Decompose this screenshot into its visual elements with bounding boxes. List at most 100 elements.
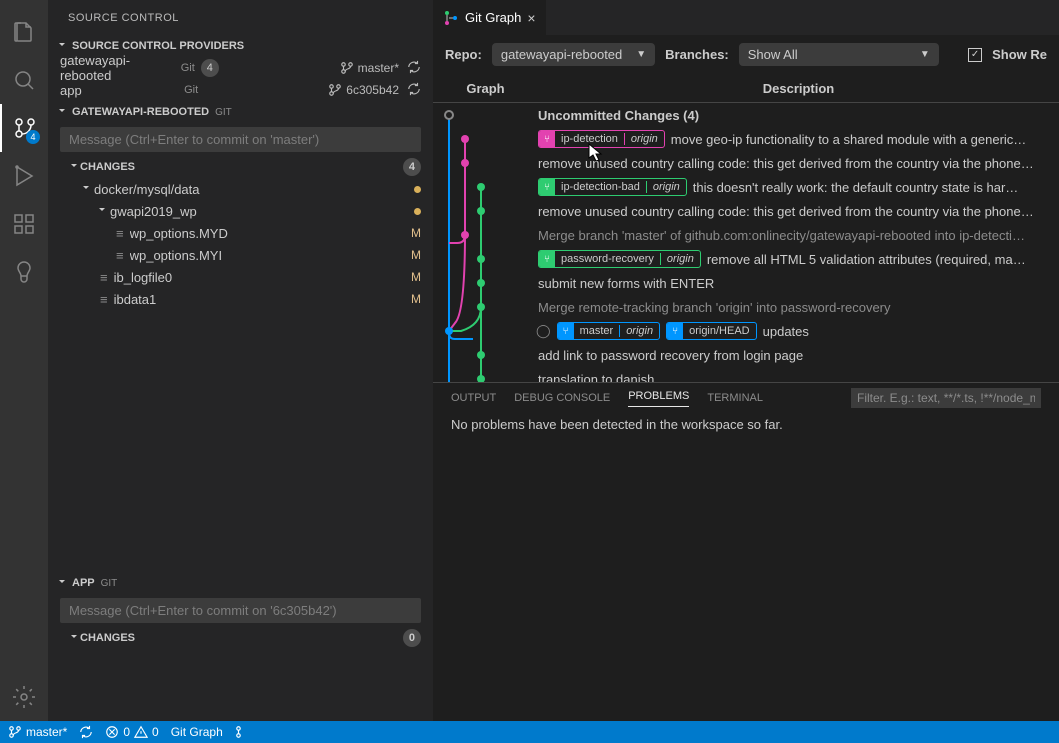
show-remote-checkbox[interactable]: ✓ <box>968 48 982 62</box>
status-bar: master* 0 0 Git Graph <box>0 721 1059 743</box>
ref-tag[interactable]: ⑂ip-detection-badorigin <box>538 178 687 196</box>
bottom-panel: OUTPUT DEBUG CONSOLE PROBLEMS TERMINAL N… <box>433 382 1059 442</box>
commit-row[interactable]: ◯ ⑂masterorigin ⑂origin/HEAD updates <box>433 319 1059 343</box>
settings-gear-icon[interactable] <box>0 673 48 721</box>
status-sync[interactable] <box>79 725 93 739</box>
sync-icon[interactable] <box>407 60 421 77</box>
commit-message-input[interactable] <box>60 127 421 152</box>
ref-name: ip-detection <box>555 133 624 145</box>
commit-row[interactable]: translation to danish <box>433 367 1059 382</box>
branch-icon: ⑂ <box>667 323 683 339</box>
commit-row[interactable]: add link to password recovery from login… <box>433 343 1059 367</box>
sync-icon[interactable] <box>407 82 421 99</box>
commit-row[interactable]: Merge branch 'master' of github.com:onli… <box>433 223 1059 247</box>
chevron-down-icon: ▼ <box>920 49 930 60</box>
commit-row[interactable]: ⑂ip-detection-badorigin this doesn't real… <box>433 175 1059 199</box>
commit-desc: Merge remote-tracking branch 'origin' in… <box>538 300 891 315</box>
status-gitgraph[interactable]: Git Graph <box>171 725 223 739</box>
ref-tag[interactable]: ⑂password-recoveryorigin <box>538 250 701 268</box>
changes-header[interactable]: CHANGES 4 <box>48 156 433 178</box>
chevron-down-icon <box>68 631 80 646</box>
panel-tab-problems[interactable]: PROBLEMS <box>628 390 689 407</box>
chevron-down-icon <box>96 204 108 219</box>
status-dot-icon <box>414 208 421 215</box>
chevron-down-icon <box>68 160 80 175</box>
ref-tag[interactable]: ⑂masterorigin <box>557 322 661 340</box>
branch-indicator[interactable]: master* <box>340 61 399 75</box>
commit-desc: updates <box>763 324 809 339</box>
panel-filter-input[interactable] <box>851 388 1041 408</box>
branches-label: Branches: <box>665 47 729 62</box>
ref-tag[interactable]: ⑂ip-detectionorigin <box>538 130 665 148</box>
folder-label: docker/mysql/data <box>94 182 414 197</box>
tab-bar: Git Graph × <box>433 0 1059 35</box>
activity-bar: 4 <box>0 0 48 721</box>
commit-row[interactable]: remove unused country calling code: this… <box>433 151 1059 175</box>
head-indicator-icon: ◯ <box>536 323 551 339</box>
tab-git-graph[interactable]: Git Graph × <box>433 0 547 35</box>
tree-icon[interactable] <box>0 248 48 296</box>
explorer-icon[interactable] <box>0 8 48 56</box>
branch-indicator[interactable]: 6c305b42 <box>328 83 399 97</box>
file-row[interactable]: ≡wp_options.MYDM <box>48 222 433 244</box>
ref-tag[interactable]: ⑂origin/HEAD <box>666 322 757 340</box>
file-row[interactable]: ≡ibdata1M <box>48 288 433 310</box>
file-row[interactable]: ≡ib_logfile0M <box>48 266 433 288</box>
ref-name: origin/HEAD <box>683 325 756 337</box>
status-feedback-icon[interactable] <box>235 725 249 739</box>
close-icon[interactable]: × <box>527 10 535 26</box>
panel-tab-terminal[interactable]: TERMINAL <box>707 392 763 404</box>
branch-icon: ⑂ <box>539 131 555 147</box>
ref-name: master <box>574 325 620 337</box>
git-graph-tab-icon <box>443 10 459 26</box>
changes-header[interactable]: CHANGES 0 <box>48 627 433 649</box>
commit-desc: translation to danish <box>538 372 654 383</box>
file-row[interactable]: ≡ wp_options.MYIM <box>48 244 433 266</box>
search-icon[interactable] <box>0 56 48 104</box>
commit-row[interactable]: submit new forms with ENTER <box>433 271 1059 295</box>
file-icon: ≡ <box>116 248 124 263</box>
provider-row[interactable]: gatewayapi-rebooted Git 4 master* <box>48 57 433 79</box>
commit-row[interactable]: ⑂ip-detectionorigin move geo-ip functiona… <box>433 127 1059 151</box>
commit-row[interactable]: Uncommitted Changes (4) <box>433 103 1059 127</box>
status-modified: M <box>411 270 421 284</box>
changes-count: 4 <box>403 158 421 176</box>
commit-desc: remove all HTML 5 validation attributes … <box>707 252 1026 267</box>
repo-header[interactable]: GATEWAYAPI-REBOOTED GIT <box>48 101 433 123</box>
ref-name: ip-detection-bad <box>555 181 646 193</box>
git-graph-body[interactable]: Uncommitted Changes (4)⑂ip-detectionorig… <box>433 103 1059 382</box>
status-modified: M <box>411 226 421 240</box>
branches-select[interactable]: Show All ▼ <box>739 43 939 66</box>
status-modified: M <box>411 248 421 262</box>
chevron-down-icon <box>56 576 68 591</box>
extensions-icon[interactable] <box>0 200 48 248</box>
commit-row[interactable]: remove unused country calling code: this… <box>433 199 1059 223</box>
commit-row[interactable]: Merge remote-tracking branch 'origin' in… <box>433 295 1059 319</box>
scm-badge: 4 <box>26 130 40 144</box>
sidebar: SOURCE CONTROL SOURCE CONTROL PROVIDERS … <box>48 0 433 721</box>
commit-desc: move geo-ip functionality to a shared mo… <box>671 132 1027 147</box>
commit-desc: add link to password recovery from login… <box>538 348 803 363</box>
panel-tab-debug[interactable]: DEBUG CONSOLE <box>514 392 610 404</box>
source-control-icon[interactable]: 4 <box>0 104 48 152</box>
provider-badge: 4 <box>201 59 219 77</box>
commit-desc: this doesn't really work: the default co… <box>693 180 1018 195</box>
ref-name: password-recovery <box>555 253 660 265</box>
commit-desc: remove unused country calling code: this… <box>538 204 1034 219</box>
commit-message-input[interactable] <box>60 598 421 623</box>
folder-row[interactable]: gwapi2019_wp <box>48 200 433 222</box>
repo-header[interactable]: APP GIT <box>48 572 433 594</box>
provider-row[interactable]: app Git 6c305b42 <box>48 79 433 101</box>
folder-row[interactable]: docker/mysql/data <box>48 178 433 200</box>
panel-tab-output[interactable]: OUTPUT <box>451 392 496 404</box>
file-label: wp_options.MYI <box>130 248 411 263</box>
status-modified: M <box>411 292 421 306</box>
repo-select[interactable]: gatewayapi-rebooted ▼ <box>492 43 655 66</box>
debug-icon[interactable] <box>0 152 48 200</box>
status-errors[interactable]: 0 0 <box>105 725 158 739</box>
commit-desc: remove unused country calling code: this… <box>538 156 1034 171</box>
commit-row[interactable]: ⑂password-recoveryorigin remove all HTML … <box>433 247 1059 271</box>
status-branch[interactable]: master* <box>8 725 67 739</box>
branch-icon: ⑂ <box>539 251 555 267</box>
commit-desc: submit new forms with ENTER <box>538 276 714 291</box>
